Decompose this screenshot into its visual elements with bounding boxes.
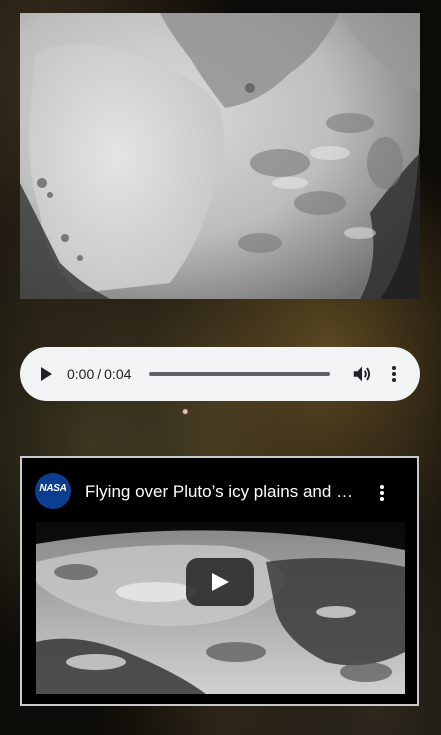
video-thumbnail[interactable] — [36, 522, 405, 694]
nasa-logo[interactable]: NASA — [35, 473, 71, 509]
youtube-play-icon — [212, 573, 229, 591]
current-time: 0:00 — [67, 366, 95, 382]
youtube-play-button[interactable] — [186, 558, 254, 606]
more-vert-icon[interactable] — [372, 482, 392, 504]
volume-icon[interactable] — [351, 363, 373, 385]
play-icon[interactable] — [36, 364, 56, 384]
audio-player: 0:00/0:04 — [20, 347, 420, 401]
audio-time: 0:00/0:04 — [67, 366, 131, 382]
audio-progress-bar[interactable] — [149, 372, 330, 376]
pluto-image — [20, 13, 420, 299]
duration: 0:04 — [104, 366, 132, 382]
video-title[interactable]: Flying over Pluto’s icy plains and mount… — [85, 482, 367, 502]
nasa-logo-text: NASA — [39, 483, 67, 494]
time-separator: / — [97, 366, 102, 382]
video-embed[interactable]: NASA Flying over Pluto’s icy plains and … — [20, 456, 419, 706]
more-vert-icon[interactable] — [384, 363, 404, 385]
